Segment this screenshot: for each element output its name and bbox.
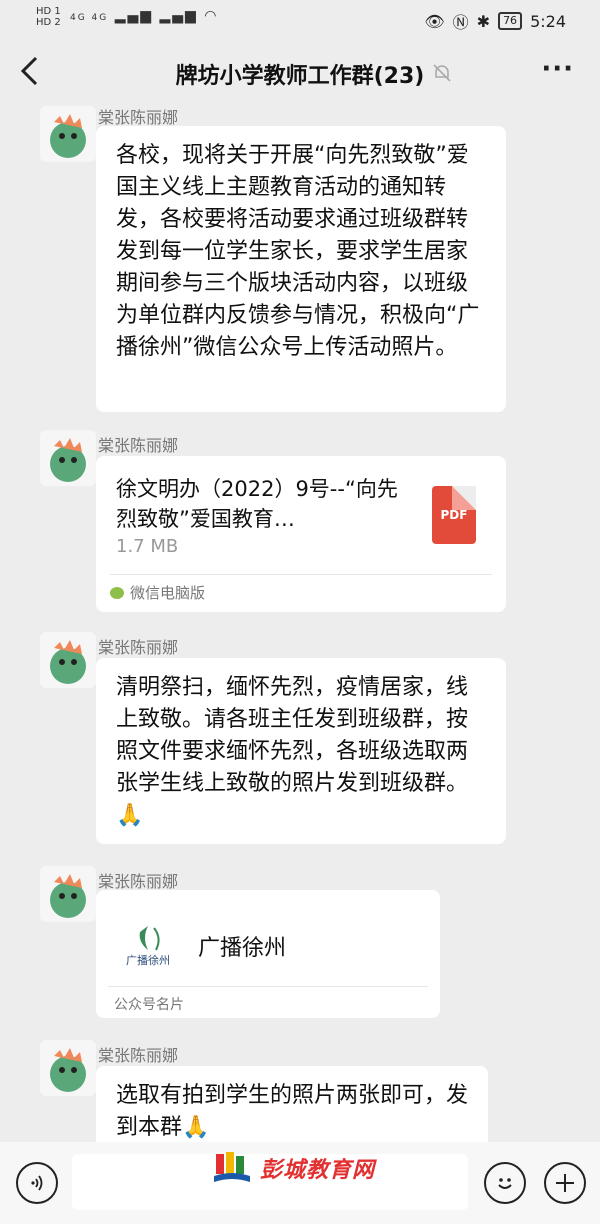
account-card[interactable]: 广播徐州 广播徐州 公众号名片 [96, 890, 440, 1018]
divider [110, 574, 492, 575]
divider [108, 986, 428, 987]
wechat-icon [110, 586, 124, 599]
message-bubble[interactable]: 各校，现将关于开展“向先烈致敬”爱国主义线上主题教育活动的通知转发，各校要将活动… [96, 126, 506, 412]
sim2-label: HD 2 [36, 17, 61, 28]
emoji-icon[interactable] [484, 1162, 526, 1204]
sender-name: 棠张陈丽娜 [98, 108, 179, 127]
account-logo-text: 广播徐州 [126, 953, 170, 967]
status-bar: HD 1 HD 2 4G 4G ▂▄▆ ▂▄▆ ◠ 👁 Ⓝ ✱ 76 5:24 [0, 0, 600, 40]
status-right: 👁 Ⓝ ✱ 76 5:24 [424, 9, 566, 33]
avatar[interactable] [40, 632, 96, 688]
sender-name: 棠张陈丽娜 [98, 1046, 179, 1065]
sim-indicators: HD 1 HD 2 [36, 6, 61, 28]
file-source: 微信电脑版 [110, 582, 205, 603]
book-logo-icon [212, 1150, 252, 1186]
message-bubble[interactable]: 清明祭扫，缅怀先烈，疫情居家，线上致敬。请各班主任发到班级群，按照文件要求缅怀先… [96, 658, 506, 844]
eye-icon: 👁 [424, 11, 445, 31]
sender-name: 棠张陈丽娜 [98, 436, 179, 455]
sender-name: 棠张陈丽娜 [98, 638, 179, 657]
account-logo: 广播徐州 [118, 920, 178, 970]
voice-icon[interactable] [16, 1162, 58, 1204]
plus-icon[interactable] [544, 1162, 586, 1204]
mute-bell-icon [432, 63, 452, 88]
avatar[interactable] [40, 1040, 96, 1096]
message-text: 清明祭扫，缅怀先烈，疫情居家，线上致敬。请各班主任发到班级群，按照文件要求缅怀先… [116, 675, 469, 828]
avatar[interactable] [40, 866, 96, 922]
file-source-label: 微信电脑版 [130, 584, 206, 602]
nfc-icon: Ⓝ [452, 13, 469, 32]
card-type-label: 公众号名片 [114, 997, 184, 1013]
pdf-icon: PDF [432, 486, 476, 544]
network-label: 4G 4G [70, 13, 109, 23]
more-icon[interactable]: ··· [541, 54, 574, 84]
watermark: 彭城教育网 [212, 1150, 375, 1186]
bluetooth-icon: ✱ [476, 11, 491, 31]
file-name: 徐文明办（2022）9号--“向先烈致敬”爱国教育… [116, 477, 398, 531]
sim1-label: HD 1 [36, 6, 61, 17]
file-size: 1.7 MB [116, 536, 179, 557]
clock: 5:24 [530, 11, 566, 31]
signal-icon: 4G 4G ▂▄▆ ▂▄▆ ◠ [70, 8, 219, 24]
battery-icon: 76 [498, 12, 523, 30]
avatar[interactable] [40, 430, 96, 486]
watermark-text: 彭城教育网 [260, 1158, 376, 1183]
file-message[interactable]: 徐文明办（2022）9号--“向先烈致敬”爱国教育… 1.7 MB PDF 微信… [96, 456, 506, 612]
avatar[interactable] [40, 106, 96, 162]
page-title: 牌坊小学教师工作群(23) [175, 64, 425, 89]
message-text: 各校，现将关于开展“向先烈致敬”爱国主义线上主题教育活动的通知转发，各校要将活动… [116, 143, 480, 360]
sender-name: 棠张陈丽娜 [98, 872, 179, 891]
title-bar: 牌坊小学教师工作群(23) ··· [0, 40, 600, 104]
account-name: 广播徐州 [198, 936, 287, 961]
